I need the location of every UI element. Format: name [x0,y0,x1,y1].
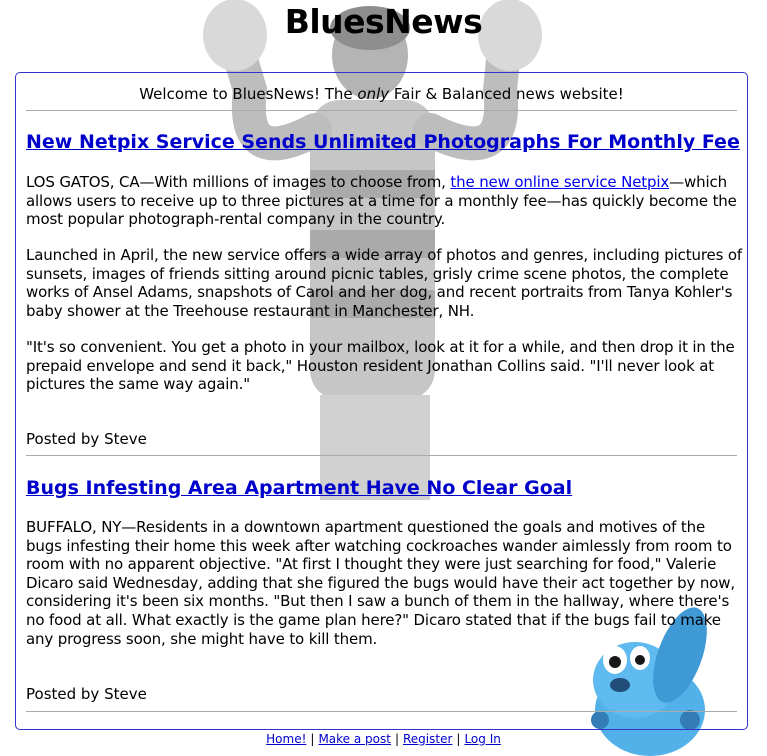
footer-nav: Home! | Make a post | Register | Log In [0,732,767,746]
post-1-paragraph-1: LOS GATOS, CA—With millions of images to… [26,173,737,229]
post-1-paragraph-3: "It's so convenient. You get a photo in … [26,338,735,394]
post-1-headline-link[interactable]: New Netpix Service Sends Unlimited Photo… [26,131,740,153]
welcome-banner: Welcome to BluesNews! The only Fair & Ba… [139,85,624,103]
netpix-link[interactable]: the new online service Netpix [450,173,669,191]
make-post-link[interactable]: Make a post [318,732,391,746]
register-link[interactable]: Register [403,732,452,746]
post-1-author: Posted by Steve [26,430,147,448]
divider [26,455,737,456]
footer-separator: | [310,732,315,746]
site-title: BluesNews [284,2,483,41]
footer-separator: | [456,732,461,746]
post-2-paragraph-1: BUFFALO, NY—Residents in a downtown apar… [26,518,735,648]
divider [26,711,737,712]
post-2-author: Posted by Steve [26,685,147,703]
post-1-paragraph-2: Launched in April, the new service offer… [26,246,743,320]
welcome-emphasis: only [357,85,390,103]
content-box: Welcome to BluesNews! The only Fair & Ba… [15,72,748,730]
divider [26,110,737,111]
footer-separator: | [394,732,399,746]
home-link[interactable]: Home! [266,732,306,746]
post-2-headline-link[interactable]: Bugs Infesting Area Apartment Have No Cl… [26,477,572,499]
login-link[interactable]: Log In [464,732,500,746]
